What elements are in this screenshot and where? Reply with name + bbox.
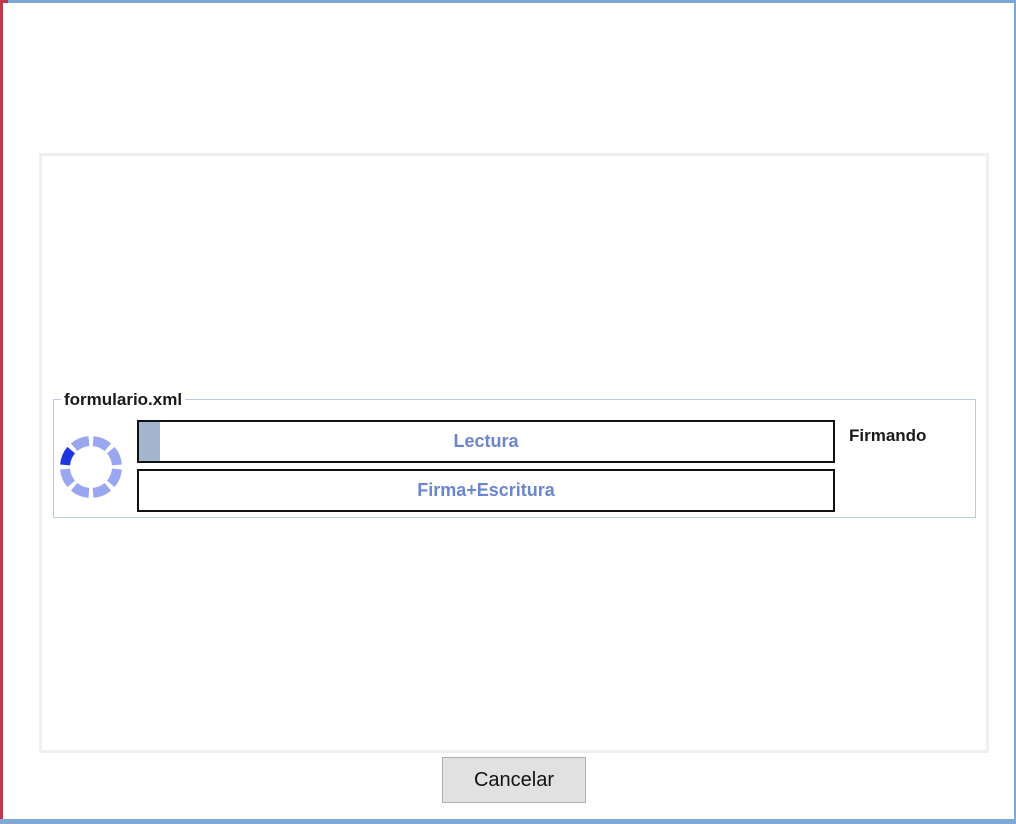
window-frame-left <box>0 0 3 824</box>
spinner-segment <box>92 436 112 452</box>
write-progress-label: Firma+Escritura <box>417 480 555 500</box>
read-progress-bar: Lectura <box>137 420 835 463</box>
spinner-segment <box>60 468 76 488</box>
signing-progress-window: formulario.xml Lectura Firma+Escritura F… <box>0 0 1016 824</box>
window-frame-top <box>0 0 1016 3</box>
spinner-segment <box>106 468 122 488</box>
status-text: Firmando <box>849 426 927 445</box>
loading-spinner-icon <box>60 436 122 498</box>
window-frame-bottom <box>0 819 1016 824</box>
spinner-segment <box>106 446 122 466</box>
spinner-segment <box>70 436 90 452</box>
spinner-segment <box>70 482 90 498</box>
file-group-title: formulario.xml <box>61 389 186 411</box>
cancel-button[interactable]: Cancelar <box>442 757 586 803</box>
read-progress-label: Lectura <box>453 431 519 451</box>
write-progress-bar: Firma+Escritura <box>137 469 835 512</box>
spinner-segment <box>60 446 76 466</box>
spinner-segment <box>92 482 112 498</box>
